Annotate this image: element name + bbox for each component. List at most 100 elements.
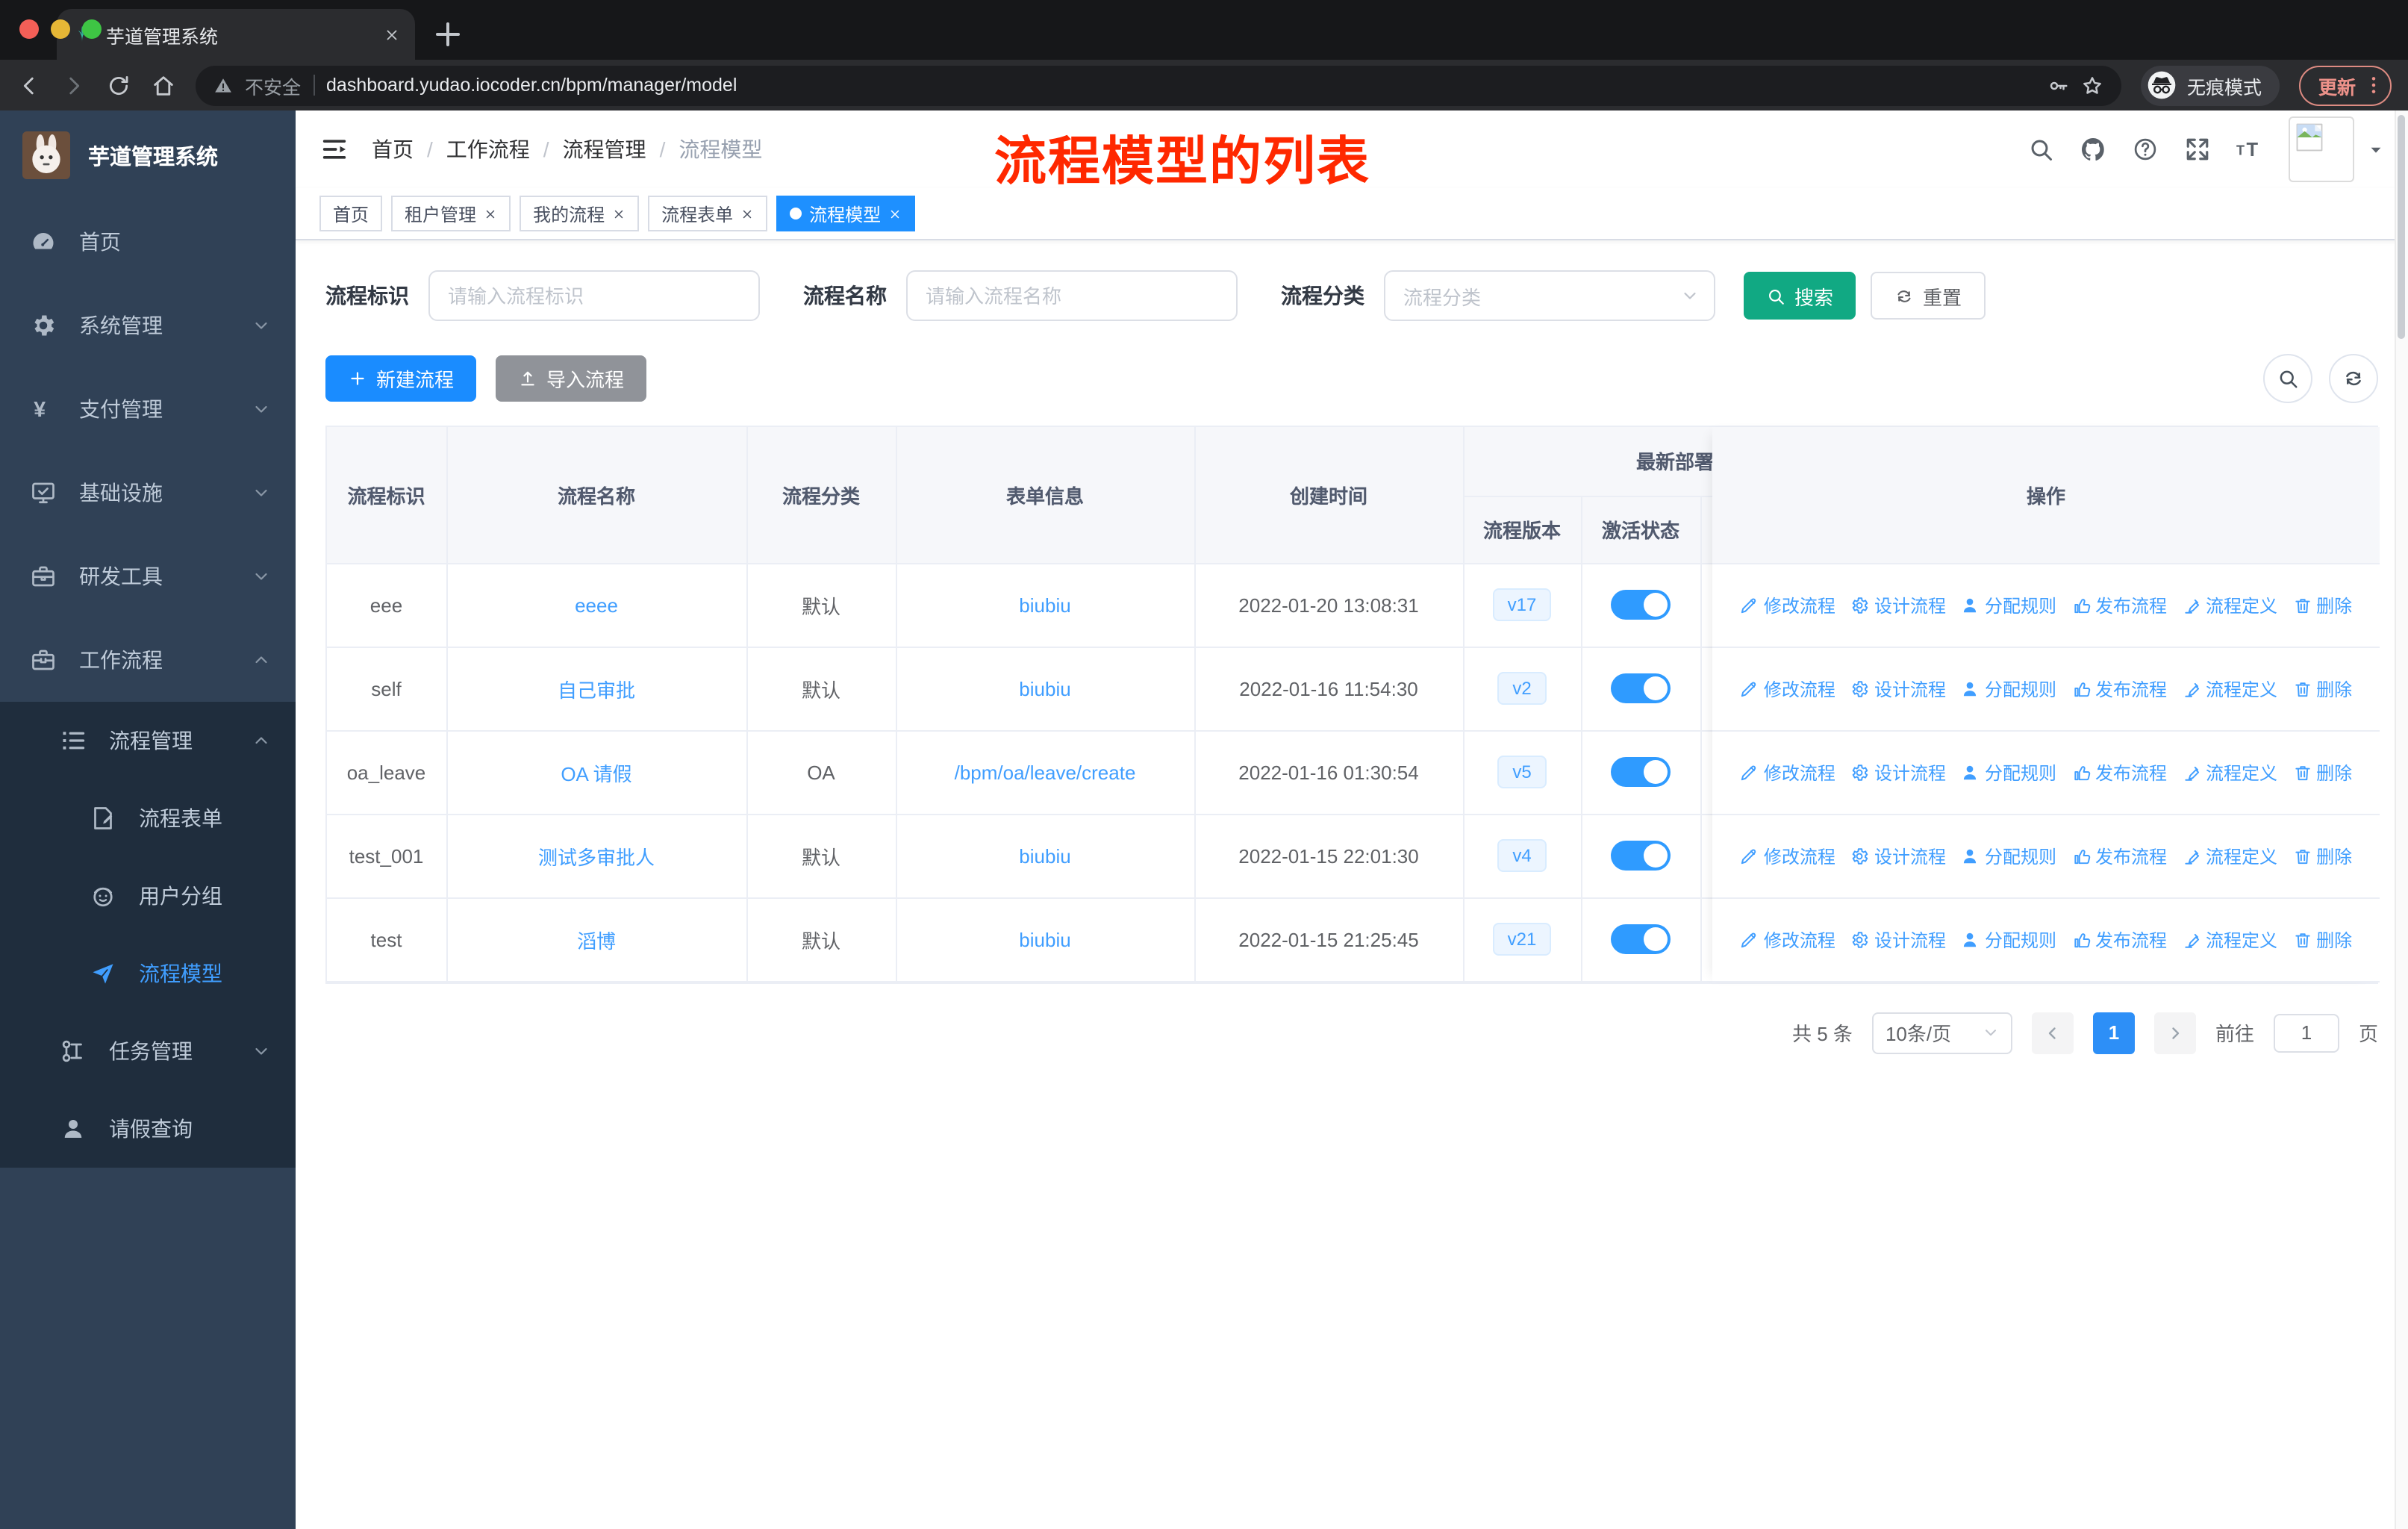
form-info-link[interactable]: biubiu [1019, 594, 1070, 616]
tag-active[interactable]: 流程模型 [776, 196, 916, 231]
breadcrumb-item[interactable]: 首页 [372, 134, 414, 164]
action-publish[interactable]: 发布流程 [2071, 593, 2167, 618]
back-icon[interactable] [16, 72, 42, 98]
search-icon[interactable] [2027, 136, 2054, 163]
action-definition[interactable]: 流程定义 [2182, 676, 2277, 702]
search-button[interactable]: 搜索 [1744, 272, 1856, 320]
version-badge[interactable]: v5 [1497, 756, 1547, 788]
tag-item[interactable]: 首页 [319, 196, 383, 231]
close-icon[interactable] [888, 207, 902, 220]
active-toggle[interactable] [1611, 757, 1671, 787]
action-edit[interactable]: 修改流程 [1740, 844, 1835, 869]
close-icon[interactable] [612, 207, 626, 220]
version-badge[interactable]: v21 [1492, 923, 1552, 956]
sidebar-logo[interactable]: 芋道管理系统 [0, 110, 296, 200]
action-assign[interactable]: 分配规则 [1961, 844, 2056, 869]
action-definition[interactable]: 流程定义 [2182, 844, 2277, 869]
version-badge[interactable]: v4 [1497, 839, 1547, 872]
forward-icon[interactable] [61, 72, 87, 98]
version-badge[interactable]: v17 [1492, 588, 1552, 621]
action-definition[interactable]: 流程定义 [2182, 760, 2277, 785]
action-design[interactable]: 设计流程 [1850, 927, 1946, 953]
action-assign[interactable]: 分配规则 [1961, 593, 2056, 618]
user-avatar[interactable] [2289, 116, 2354, 182]
home-icon[interactable] [151, 72, 176, 98]
form-info-link[interactable]: biubiu [1019, 928, 1070, 950]
action-delete[interactable]: 删除 [2292, 844, 2352, 869]
action-design[interactable]: 设计流程 [1850, 760, 1946, 785]
action-assign[interactable]: 分配规则 [1961, 760, 2056, 785]
action-design[interactable]: 设计流程 [1850, 593, 1946, 618]
active-toggle[interactable] [1611, 590, 1671, 620]
next-page-button[interactable] [2153, 1012, 2196, 1053]
goto-page-input[interactable] [2273, 1013, 2339, 1052]
close-icon[interactable] [484, 207, 497, 220]
browser-tab[interactable]: 芋道管理系统 [57, 9, 415, 60]
action-publish[interactable]: 发布流程 [2071, 676, 2167, 702]
form-info-link[interactable]: biubiu [1019, 844, 1070, 867]
action-assign[interactable]: 分配规则 [1961, 927, 2056, 953]
form-info-link[interactable]: /bpm/oa/leave/create [955, 761, 1136, 783]
page-number-button[interactable]: 1 [2092, 1012, 2135, 1053]
action-design[interactable]: 设计流程 [1850, 676, 1946, 702]
github-icon[interactable] [2080, 136, 2106, 163]
action-delete[interactable]: 删除 [2292, 760, 2352, 785]
page-size-select[interactable]: 10条/页 [1871, 1012, 2012, 1053]
action-definition[interactable]: 流程定义 [2182, 927, 2277, 953]
action-design[interactable]: 设计流程 [1850, 844, 1946, 869]
tag-item[interactable]: 我的流程 [520, 196, 640, 231]
scrollbar-thumb[interactable] [2398, 115, 2405, 339]
action-assign[interactable]: 分配规则 [1961, 676, 2056, 702]
fullscreen-icon[interactable] [2184, 136, 2211, 163]
process-name-link[interactable]: eeee [575, 594, 618, 616]
action-delete[interactable]: 删除 [2292, 676, 2352, 702]
close-icon[interactable] [740, 207, 754, 220]
action-edit[interactable]: 修改流程 [1740, 760, 1835, 785]
action-publish[interactable]: 发布流程 [2071, 927, 2167, 953]
action-edit[interactable]: 修改流程 [1740, 927, 1835, 953]
sidebar-item-10[interactable]: 流程模型 [0, 935, 296, 1012]
action-publish[interactable]: 发布流程 [2071, 760, 2167, 785]
sidebar-item-12[interactable]: 请假查询 [0, 1090, 296, 1168]
breadcrumb-item[interactable]: 工作流程 [446, 134, 530, 164]
filter-name-input[interactable] [906, 270, 1238, 321]
action-edit[interactable]: 修改流程 [1740, 676, 1835, 702]
avatar-caret-down-icon[interactable] [2368, 141, 2384, 158]
action-delete[interactable]: 删除 [2292, 593, 2352, 618]
font-size-icon[interactable]: TT [2236, 136, 2263, 163]
close-window-button[interactable] [19, 19, 39, 39]
tag-item[interactable]: 租户管理 [391, 196, 511, 231]
reset-button[interactable]: 重置 [1871, 272, 1986, 320]
process-name-link[interactable]: OA 请假 [561, 762, 631, 785]
show-search-button[interactable] [2263, 354, 2312, 403]
process-name-link[interactable]: 自己审批 [558, 679, 635, 701]
action-publish[interactable]: 发布流程 [2071, 844, 2167, 869]
active-toggle[interactable] [1611, 841, 1671, 871]
sidebar-item-11[interactable]: 任务管理 [0, 1012, 296, 1090]
sidebar-item-3[interactable]: ¥ 支付管理 [0, 367, 296, 451]
refresh-table-button[interactable] [2329, 354, 2378, 403]
version-badge[interactable]: v2 [1497, 672, 1547, 705]
collapse-sidebar-icon[interactable] [319, 134, 349, 164]
key-icon[interactable] [2047, 74, 2069, 96]
sidebar-item-6[interactable]: 工作流程 [0, 618, 296, 702]
filter-category-select[interactable]: 流程分类 [1384, 270, 1715, 321]
new-tab-button[interactable] [430, 16, 466, 52]
browser-menu-dots-icon[interactable] [2362, 73, 2386, 97]
help-icon[interactable] [2132, 136, 2159, 163]
minimize-window-button[interactable] [51, 19, 70, 39]
prev-page-button[interactable] [2031, 1012, 2074, 1053]
process-name-link[interactable]: 测试多审批人 [538, 846, 655, 868]
reload-icon[interactable] [106, 72, 131, 98]
create-process-button[interactable]: 新建流程 [325, 355, 477, 402]
sidebar-item-4[interactable]: 基础设施 [0, 451, 296, 535]
close-tab-icon[interactable] [384, 26, 400, 43]
sidebar-item-2[interactable]: 系统管理 [0, 284, 296, 367]
sidebar-item-1[interactable]: 首页 [0, 200, 296, 284]
filter-key-input[interactable] [428, 270, 760, 321]
sidebar-item-9[interactable]: 用户分组 [0, 857, 296, 935]
active-toggle[interactable] [1611, 924, 1671, 954]
action-delete[interactable]: 删除 [2292, 927, 2352, 953]
action-definition[interactable]: 流程定义 [2182, 593, 2277, 618]
zoom-window-button[interactable] [82, 19, 102, 39]
